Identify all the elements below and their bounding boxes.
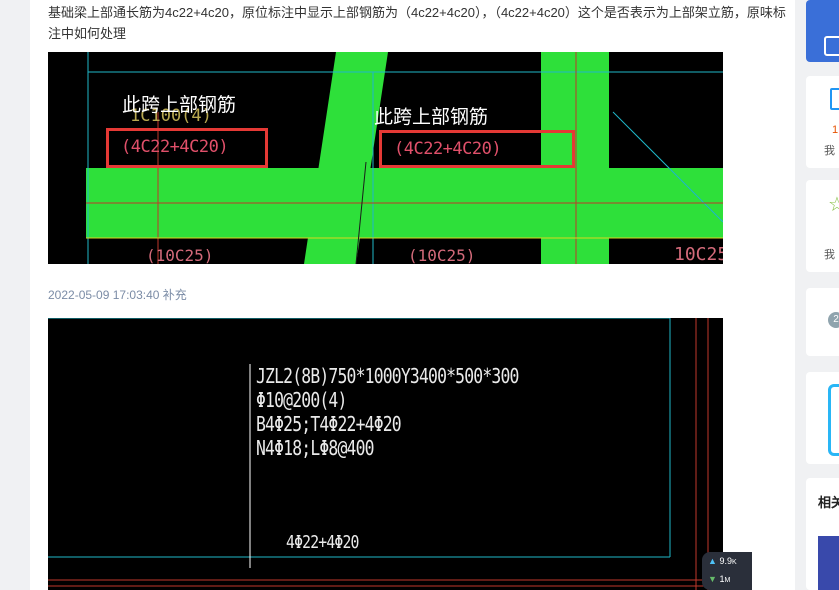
download-speed: ▼ 1M <box>708 574 731 584</box>
network-speed-widget[interactable]: ▲ 9.9K ▼ 1M <box>702 552 752 590</box>
sidebar-related-section: 相关 <box>806 478 839 590</box>
card-label: 我 <box>824 145 835 157</box>
cad-drawing-2 <box>48 318 723 590</box>
in-situ-rebar-annotation: 4Φ22+4Φ20 <box>286 532 359 553</box>
card-count: 1 <box>832 124 839 136</box>
sidebar-card-star[interactable]: ☆ 我 <box>806 180 839 272</box>
sidebar-banner[interactable] <box>806 0 839 62</box>
question-text: 基础梁上部通长筋为4c22+4c20，原位标注中显示上部钢筋为（4c22+4c2… <box>48 5 786 41</box>
right-sidebar: 1 我 ☆ 我 2 相关 <box>797 0 839 590</box>
sidebar-card-answer[interactable]: 1 我 <box>806 76 839 168</box>
beam-annotation-line-3: B4Φ25;T4Φ22+4Φ20 <box>256 412 402 436</box>
medal-icon: 2 <box>828 312 839 328</box>
overlay-label-right: 此跨上部钢筋 <box>374 106 489 128</box>
bottom-rebar-label-2: (10C25) <box>408 246 476 264</box>
boxed-rebar-text-right: (4C22+4C20) <box>394 139 502 159</box>
bottom-rebar-label-3: 10C25 <box>674 244 723 264</box>
sidebar-card-medal[interactable]: 2 <box>806 288 839 356</box>
supplement-timestamp: 2022-05-09 17:03:40 补充 <box>48 288 187 302</box>
beam-annotation-line-4: N4Φ18;LΦ8@400 <box>256 436 375 460</box>
cad-screenshot-1[interactable]: 1C100(4) 此跨上部钢筋 此跨上部钢筋 (4C22+4C20) (4C22… <box>48 52 723 264</box>
cad-screenshot-2[interactable]: JZL2(8B)750*1000Y3400*500*300 Φ10@200(4)… <box>48 318 723 590</box>
sidebar-card-calendar[interactable] <box>806 372 839 464</box>
related-heading: 相关 <box>818 495 839 510</box>
upload-speed: ▲ 9.9K <box>708 556 737 566</box>
calendar-icon <box>828 384 839 456</box>
overlay-label-left: 此跨上部钢筋 <box>122 94 237 116</box>
highlight-box-right: (4C22+4C20) <box>379 130 575 168</box>
star-icon: ☆ <box>828 194 839 216</box>
related-thumbnail[interactable] <box>818 536 839 590</box>
question-card: 基础梁上部通长筋为4c22+4c20，原位标注中显示上部钢筋为（4c22+4c2… <box>30 0 795 590</box>
beam-annotation-line-1: JZL2(8B)750*1000Y3400*500*300 <box>256 364 519 388</box>
card-label-2: 我 <box>824 249 835 261</box>
highlight-box-left: (4C22+4C20) <box>106 128 268 168</box>
beam-annotation-line-2: Φ10@200(4) <box>256 388 347 412</box>
boxed-rebar-text-left: (4C22+4C20) <box>121 137 229 157</box>
document-icon <box>830 88 839 110</box>
bottom-rebar-label-1: (10C25) <box>146 246 214 264</box>
